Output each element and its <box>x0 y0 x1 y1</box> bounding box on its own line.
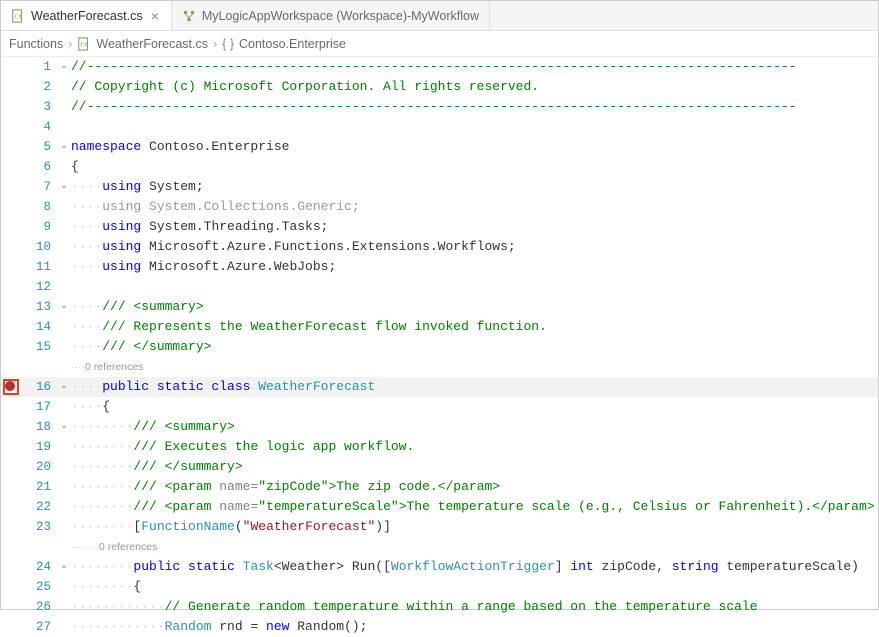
svg-text:C#: C# <box>14 14 21 20</box>
svg-text:C#: C# <box>81 42 88 48</box>
braces-icon: { } <box>222 37 234 51</box>
breadcrumb-item[interactable]: Functions <box>9 37 63 51</box>
fold-icon[interactable]: ⌄ <box>57 377 71 397</box>
fold-icon[interactable]: ⌄ <box>57 557 71 577</box>
tab-bar: C# WeatherForecast.cs × MyLogicAppWorksp… <box>1 1 878 31</box>
breadcrumb-item[interactable]: Contoso.Enterprise <box>239 37 346 51</box>
code-editor[interactable]: 1⌄//------------------------------------… <box>1 57 878 637</box>
codelens-references[interactable]: 0 references <box>85 361 143 373</box>
fold-icon[interactable]: ⌄ <box>57 297 71 317</box>
fold-icon[interactable]: ⌄ <box>57 417 71 437</box>
tab-label: WeatherForecast.cs <box>31 9 143 23</box>
fold-icon[interactable]: ⌄ <box>57 57 71 77</box>
tab-label: MyLogicAppWorkspace (Workspace)-MyWorkfl… <box>202 9 479 23</box>
csharp-file-icon: C# <box>77 37 91 51</box>
chevron-right-icon: › <box>68 37 72 51</box>
breadcrumb-item[interactable]: WeatherForecast.cs <box>96 37 208 51</box>
breadcrumb: Functions › C# WeatherForecast.cs › { } … <box>1 31 878 57</box>
tab-close-icon[interactable]: × <box>149 8 161 24</box>
workflow-icon <box>182 9 196 23</box>
tab-workflow[interactable]: MyLogicAppWorkspace (Workspace)-MyWorkfl… <box>172 1 490 30</box>
fold-icon[interactable]: ⌄ <box>57 137 71 157</box>
fold-icon[interactable]: ⌄ <box>57 177 71 197</box>
chevron-right-icon: › <box>213 37 217 51</box>
codelens-references[interactable]: 0 references <box>99 541 157 553</box>
tab-weatherforecast[interactable]: C# WeatherForecast.cs × <box>1 1 172 30</box>
csharp-file-icon: C# <box>11 9 25 23</box>
breakpoint-icon[interactable] <box>3 379 19 395</box>
